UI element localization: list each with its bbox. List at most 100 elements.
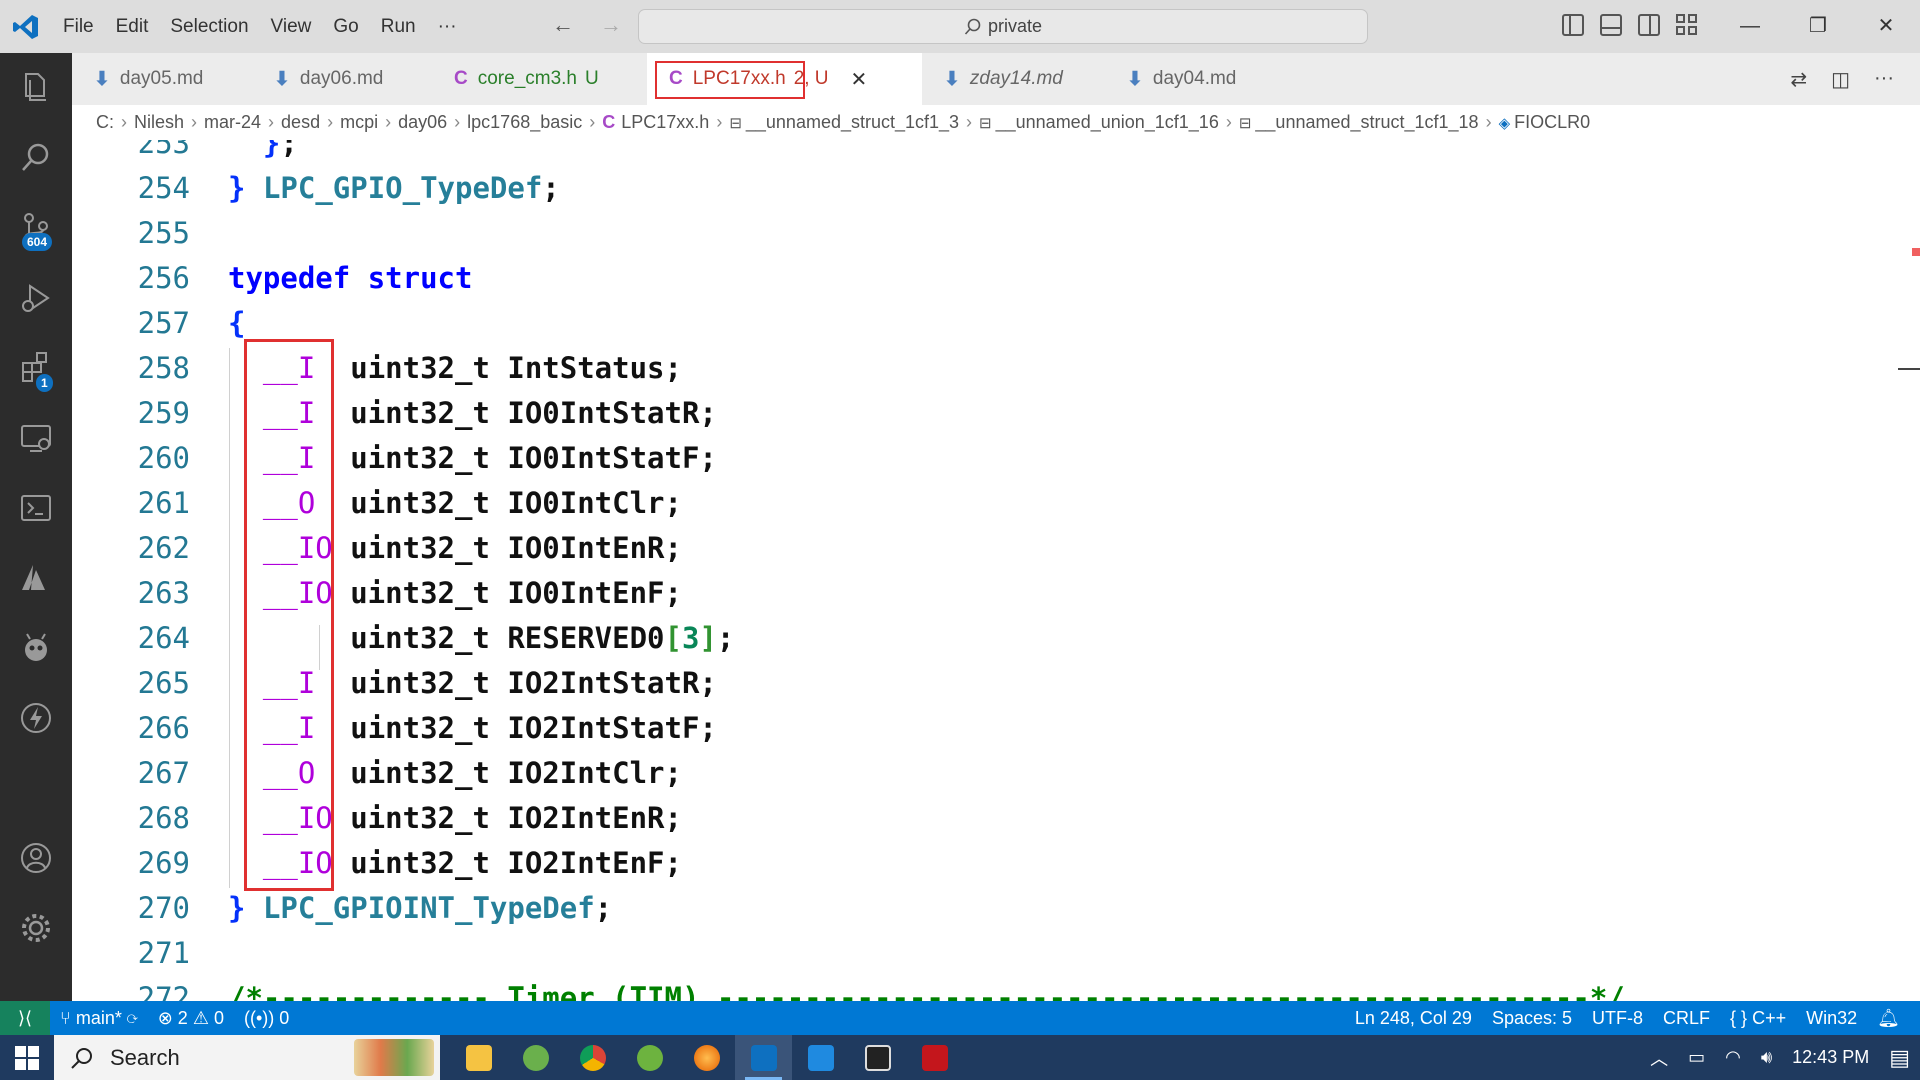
scm-count-badge: 604 bbox=[22, 233, 53, 251]
code-editor[interactable]: 253 }; 254} LPC_GPIO_TypeDef; 255 256 typede… bbox=[72, 140, 1920, 1001]
markdown-icon: ⬇ bbox=[1127, 68, 1143, 90]
tab-day04[interactable]: ⬇ day04.md bbox=[1105, 53, 1288, 105]
breadcrumb-item[interactable]: C: bbox=[96, 112, 114, 133]
struct-icon: ⊟ bbox=[729, 114, 742, 132]
breadcrumb-symbol[interactable]: __unnamed_struct_1cf1_3 bbox=[746, 112, 959, 133]
line-code: /*------------- Timer (TIM) ------------… bbox=[228, 981, 1625, 1001]
breadcrumb-item[interactable]: lpc1768_basic bbox=[467, 112, 582, 133]
breadcrumb-item[interactable]: Nilesh bbox=[134, 112, 184, 133]
branch-status[interactable]: ⑂ main* ⟳ bbox=[50, 1008, 148, 1029]
breadcrumb-file[interactable]: LPC17xx.h bbox=[621, 112, 709, 133]
terminal-icon[interactable] bbox=[0, 478, 72, 538]
toggle-secondary-sidebar-icon[interactable] bbox=[1638, 14, 1660, 36]
chevron-right-icon: › bbox=[716, 112, 723, 132]
extensions-icon[interactable]: 1 bbox=[0, 338, 72, 398]
split-editor-icon[interactable]: ◫ bbox=[1831, 67, 1850, 92]
ports-count: 0 bbox=[279, 1007, 290, 1028]
breadcrumb-item[interactable]: mar-24 bbox=[204, 112, 261, 133]
customize-layout-icon[interactable] bbox=[1676, 14, 1698, 36]
toggle-panel-icon[interactable] bbox=[1600, 14, 1622, 36]
menu-file[interactable]: File bbox=[52, 16, 105, 38]
search-icon bbox=[71, 1047, 92, 1069]
tab-zday14[interactable]: ⬇ zday14.md bbox=[922, 53, 1105, 105]
more-actions-icon[interactable]: ··· bbox=[1874, 67, 1894, 92]
error-count: 2 bbox=[177, 1007, 188, 1028]
explorer-icon[interactable] bbox=[0, 58, 72, 118]
ports-status[interactable]: ((•)) 0 bbox=[234, 1008, 299, 1029]
chevron-right-icon: › bbox=[1485, 112, 1492, 132]
language-mode[interactable]: { } C++ bbox=[1720, 1008, 1796, 1029]
compare-changes-icon[interactable]: ⇄ bbox=[1790, 67, 1807, 92]
line-number: 260 bbox=[137, 441, 190, 475]
c-file-icon: C bbox=[454, 68, 468, 89]
taskbar-search[interactable]: Search bbox=[54, 1035, 440, 1080]
forward-arrow-icon[interactable]: → bbox=[600, 12, 622, 38]
chevron-up-icon[interactable]: ︿ bbox=[1640, 1045, 1678, 1071]
lightning-icon[interactable] bbox=[0, 688, 72, 748]
indentation-status[interactable]: Spaces: 5 bbox=[1482, 1008, 1582, 1029]
run-debug-icon[interactable] bbox=[0, 268, 72, 328]
spring-boot-icon[interactable] bbox=[621, 1035, 678, 1080]
spring-tool-icon[interactable] bbox=[507, 1035, 564, 1080]
source-control-icon[interactable]: 604 bbox=[0, 198, 72, 258]
chrome-icon[interactable] bbox=[564, 1035, 621, 1080]
accounts-icon[interactable] bbox=[0, 828, 72, 888]
line-number: 259 bbox=[137, 396, 190, 430]
file-explorer-icon[interactable] bbox=[450, 1035, 507, 1080]
notifications-bell-icon[interactable]: 🔔︎ bbox=[1867, 1008, 1910, 1029]
breadcrumb-symbol[interactable]: __unnamed_struct_1cf1_18 bbox=[1255, 112, 1478, 133]
config-status[interactable]: Win32 bbox=[1796, 1008, 1867, 1029]
close-tab-icon[interactable]: ✕ bbox=[851, 67, 868, 92]
remote-indicator-icon[interactable]: ⟩⟨ bbox=[0, 1001, 50, 1035]
menu-go[interactable]: Go bbox=[322, 16, 369, 38]
breadcrumb-symbol[interactable]: __unnamed_union_1cf1_16 bbox=[996, 112, 1219, 133]
remote-explorer-icon[interactable] bbox=[0, 408, 72, 468]
menu-edit[interactable]: Edit bbox=[105, 16, 160, 38]
battery-icon[interactable]: ▭ bbox=[1678, 1047, 1715, 1068]
menu-selection[interactable]: Selection bbox=[159, 16, 259, 38]
menu-run[interactable]: Run bbox=[370, 16, 427, 38]
terminal-window-icon[interactable] bbox=[849, 1035, 906, 1080]
sync-icon: ⟳ bbox=[126, 1007, 138, 1028]
tab-core-cm3[interactable]: C core_cm3.h U bbox=[432, 53, 647, 105]
overview-ruler-cursor-mark bbox=[1898, 368, 1920, 370]
menu-more[interactable]: ··· bbox=[427, 16, 468, 38]
tab-label: day06.md bbox=[299, 68, 384, 89]
azure-icon[interactable] bbox=[0, 548, 72, 608]
search-icon[interactable] bbox=[0, 128, 72, 188]
restore-button[interactable]: ❐ bbox=[1784, 0, 1852, 53]
menu-view[interactable]: View bbox=[260, 16, 323, 38]
acrobat-icon[interactable] bbox=[906, 1035, 963, 1080]
platformio-icon[interactable] bbox=[0, 618, 72, 678]
tab-day05[interactable]: ⬇ day05.md bbox=[72, 53, 252, 105]
close-window-button[interactable]: ✕ bbox=[1852, 0, 1920, 53]
breadcrumb-item[interactable]: desd bbox=[281, 112, 320, 133]
taskbar-search-label: Search bbox=[110, 1044, 180, 1070]
breadcrumb-item[interactable]: day06 bbox=[398, 112, 447, 133]
tab-highlight-box bbox=[655, 61, 805, 99]
ide-icon[interactable] bbox=[792, 1035, 849, 1080]
chevron-right-icon: › bbox=[385, 112, 392, 132]
toggle-primary-sidebar-icon[interactable] bbox=[1562, 14, 1584, 36]
tab-lpc17xx[interactable]: C LPC17xx.h 2, U ✕ bbox=[647, 53, 922, 105]
encoding-status[interactable]: UTF-8 bbox=[1582, 1008, 1653, 1029]
line-code: typedef struct bbox=[228, 261, 473, 295]
minimize-button[interactable]: — bbox=[1716, 0, 1784, 53]
firefox-icon[interactable] bbox=[678, 1035, 735, 1080]
problems-status[interactable]: ⊗ 2 ⚠ 0 bbox=[148, 1008, 234, 1029]
breadcrumb-field[interactable]: FIOCLR0 bbox=[1514, 112, 1590, 133]
tab-day06[interactable]: ⬇ day06.md bbox=[252, 53, 432, 105]
breadcrumb: C: › Nilesh › mar-24 › desd › mcpi › day06 › l… bbox=[72, 105, 1920, 140]
breadcrumb-item[interactable]: mcpi bbox=[340, 112, 378, 133]
eol-status[interactable]: CRLF bbox=[1653, 1008, 1720, 1029]
command-center-search[interactable]: private bbox=[638, 9, 1368, 44]
gear-icon[interactable] bbox=[0, 898, 72, 958]
windows-start-icon[interactable] bbox=[0, 1035, 54, 1080]
volume-icon[interactable]: 🔊︎ bbox=[1751, 1047, 1782, 1068]
vscode-taskbar-icon[interactable] bbox=[735, 1035, 792, 1080]
cursor-position[interactable]: Ln 248, Col 29 bbox=[1345, 1008, 1482, 1029]
notification-center-icon[interactable]: ▤ bbox=[1879, 1045, 1920, 1071]
wifi-icon[interactable]: ◠ bbox=[1715, 1047, 1751, 1068]
back-arrow-icon[interactable]: ← bbox=[552, 12, 574, 38]
clock[interactable]: 12:43 PM bbox=[1782, 1047, 1879, 1068]
